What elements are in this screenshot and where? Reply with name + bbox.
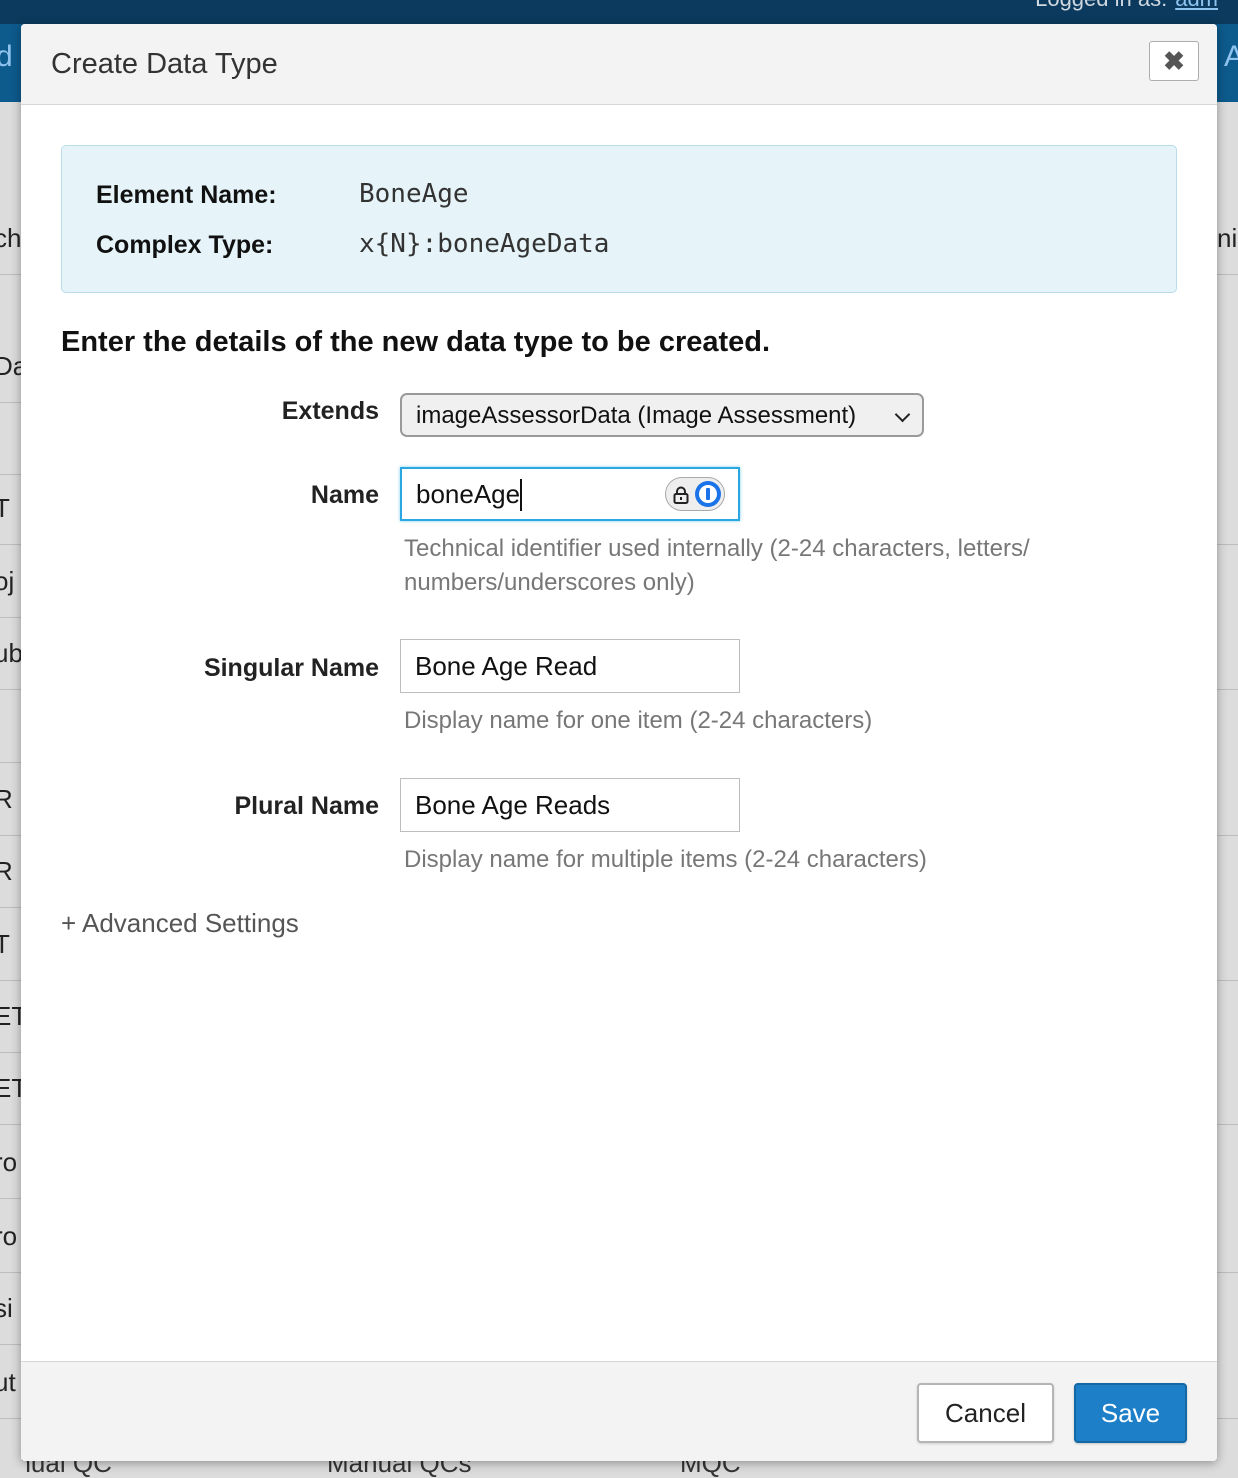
bg-row: ET xyxy=(0,1052,22,1125)
name-help-line: numbers/underscores only) xyxy=(404,569,695,596)
dialog-footer: Cancel Save xyxy=(21,1361,1217,1461)
password-manager-icon[interactable] xyxy=(695,481,721,507)
bg-bottom-cell: MQC xyxy=(680,1460,741,1478)
bg-row xyxy=(1217,1346,1238,1419)
bg-row: ET xyxy=(0,980,22,1053)
save-button[interactable]: Save xyxy=(1074,1383,1187,1443)
header-right-fragment: A xyxy=(1224,40,1238,73)
bg-row: T xyxy=(0,908,22,981)
form-instructions: Enter the details of the new data type t… xyxy=(61,326,771,358)
bg-row: R xyxy=(0,835,22,908)
bg-row xyxy=(0,690,22,763)
bg-row: oj xyxy=(0,545,22,618)
close-button[interactable]: ✖ xyxy=(1149,41,1199,81)
bg-row xyxy=(1217,617,1238,690)
bg-row: ro xyxy=(0,1126,22,1199)
extends-select[interactable]: imageAssessorData (Image Assessment) xyxy=(400,393,924,437)
extends-selected-value: imageAssessorData (Image Assessment) xyxy=(416,402,857,429)
background-bottom-row: anual QC Manual QCs MQC xyxy=(22,1460,1217,1478)
element-name-value: BoneAge xyxy=(359,179,469,209)
element-info-panel: Element Name: BoneAge Complex Type: x{N}… xyxy=(61,145,1177,293)
singular-name-label: Singular Name xyxy=(203,654,379,682)
logged-in-text: Logged in as: xyxy=(1035,0,1167,11)
complex-type-label: Complex Type: xyxy=(96,231,274,259)
lock-icon xyxy=(673,486,689,504)
header-left-fragment: d xyxy=(0,40,13,73)
bg-row: T xyxy=(0,472,22,545)
close-icon: ✖ xyxy=(1163,46,1185,76)
singular-name-input[interactable] xyxy=(400,639,740,693)
dialog-header: Create Data Type ✖ xyxy=(21,24,1217,105)
advanced-settings-toggle[interactable]: + Advanced Settings xyxy=(61,908,299,939)
background-left-column: ch Da T oj ub R R T ET ET ro ro si ut xyxy=(0,102,22,1478)
plural-name-help-text: Display name for multiple items (2-24 ch… xyxy=(404,846,927,873)
bg-row xyxy=(1217,1052,1238,1125)
password-manager-widget[interactable] xyxy=(665,477,725,511)
app-top-bar: Logged in as: adm xyxy=(0,0,1238,24)
name-help-line: Technical identifier used internally (2-… xyxy=(404,535,1030,562)
bg-row: ro xyxy=(0,1200,22,1273)
complex-type-value: x{N}:boneAgeData xyxy=(359,229,610,259)
plural-name-label: Plural Name xyxy=(234,792,379,820)
create-data-type-dialog: Create Data Type ✖ Element Name: BoneAge… xyxy=(21,24,1217,1461)
bg-row: ni xyxy=(1217,202,1238,275)
bg-row: si xyxy=(0,1272,22,1345)
chevron-down-icon xyxy=(894,406,911,423)
bg-row xyxy=(1217,763,1238,836)
bg-row xyxy=(1217,472,1238,545)
bg-row: ub xyxy=(0,617,22,690)
bg-row: ut xyxy=(0,1346,22,1419)
element-name-label: Element Name: xyxy=(96,181,277,209)
plural-name-input[interactable] xyxy=(400,778,740,832)
bg-row xyxy=(0,402,22,475)
bg-bottom-cell: anual QC xyxy=(22,1460,112,1478)
bg-row xyxy=(1217,908,1238,981)
logged-in-indicator: Logged in as: adm xyxy=(1035,0,1218,12)
logged-in-user-link[interactable]: adm xyxy=(1175,0,1218,11)
name-label: Name xyxy=(310,481,379,509)
text-caret xyxy=(520,479,522,511)
bg-bottom-cell: Manual QCs xyxy=(327,1460,472,1478)
bg-row: Da xyxy=(0,330,22,403)
background-right-column: ni xyxy=(1217,102,1238,1478)
bg-row: R xyxy=(0,763,22,836)
bg-row xyxy=(1217,1200,1238,1273)
dialog-title: Create Data Type xyxy=(51,48,278,80)
name-help-text: Technical identifier used internally (2-… xyxy=(404,532,1030,600)
bg-row: ch xyxy=(0,202,22,275)
singular-name-help-text: Display name for one item (2-24 characte… xyxy=(404,707,873,734)
extends-label: Extends xyxy=(281,397,379,425)
cancel-button[interactable]: Cancel xyxy=(917,1383,1054,1443)
